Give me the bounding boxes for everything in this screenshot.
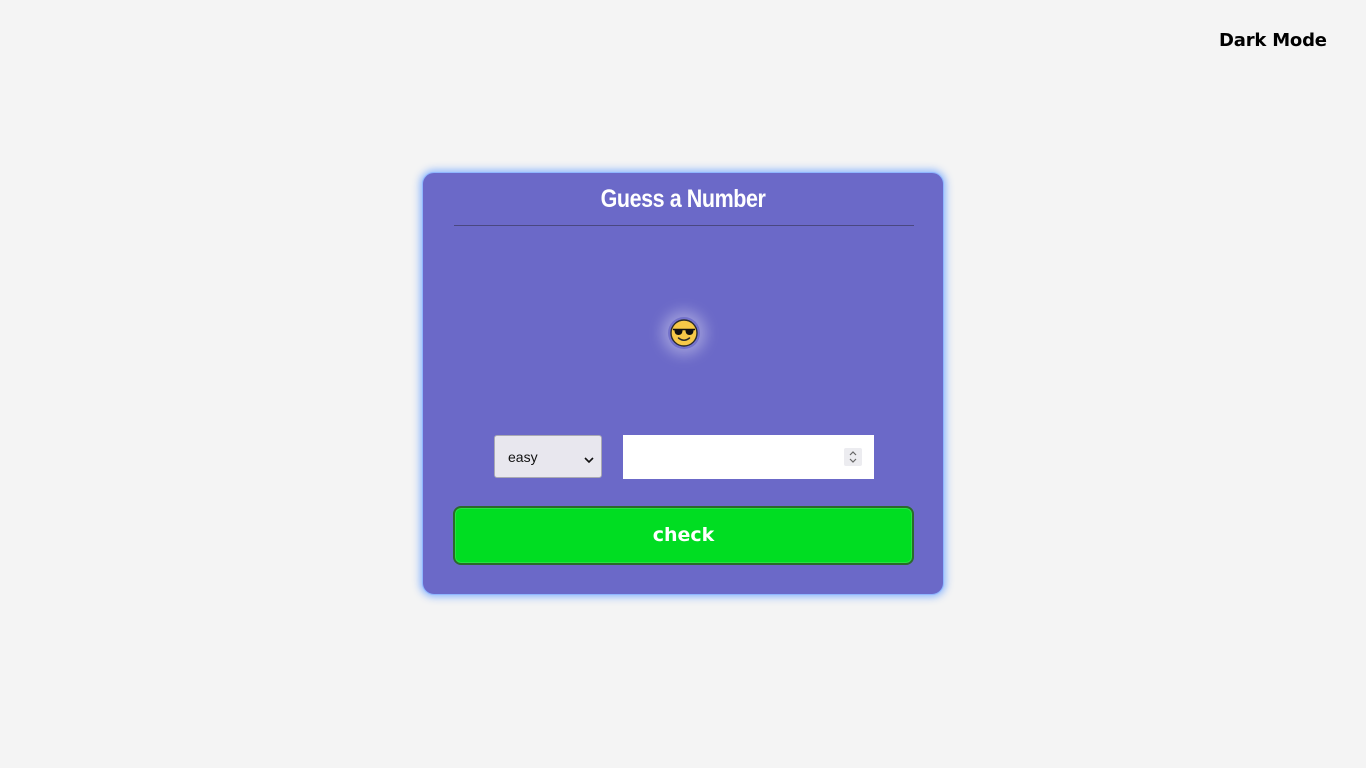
guess-number-input[interactable]: [623, 435, 874, 479]
game-title: Guess a Number: [600, 185, 766, 213]
number-stepper[interactable]: [844, 448, 862, 466]
difficulty-selected-value: easy: [508, 449, 538, 465]
difficulty-select[interactable]: easy: [494, 435, 602, 478]
check-button[interactable]: check: [453, 506, 914, 565]
smiling-face-with-sunglasses-icon: [668, 317, 700, 349]
title-divider: [454, 225, 914, 226]
chevron-down-icon: [584, 451, 594, 467]
game-card: Guess a Number easy check: [422, 172, 944, 595]
dark-mode-toggle[interactable]: Dark Mode: [1219, 30, 1327, 51]
